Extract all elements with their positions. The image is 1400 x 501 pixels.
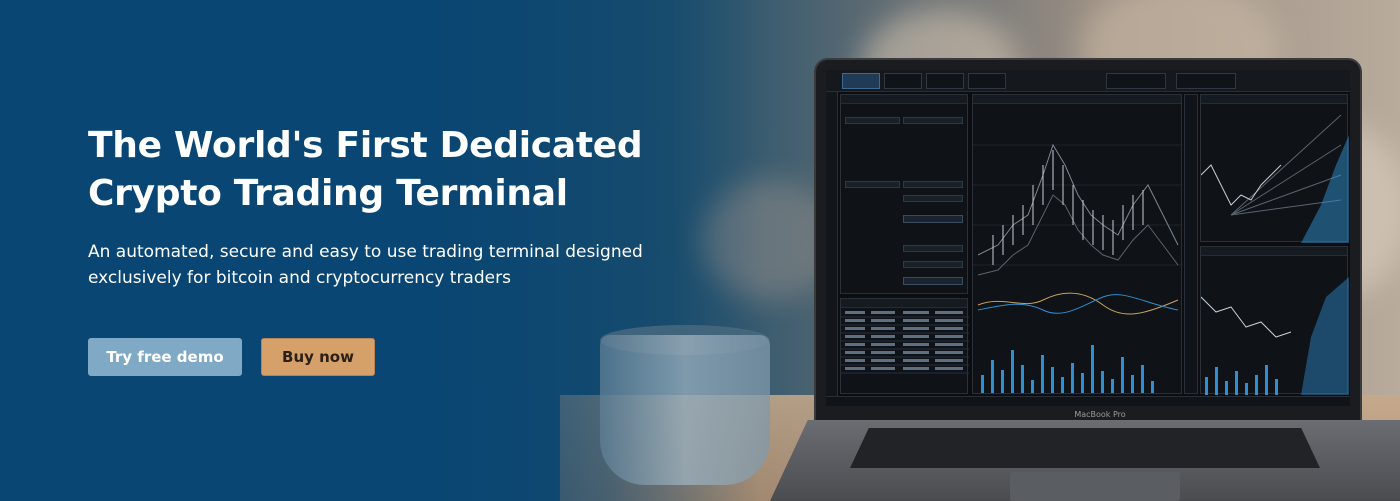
form-field: [903, 245, 963, 252]
form-button: [903, 215, 963, 223]
hero-banner: The World's First Dedicated Crypto Tradi…: [0, 0, 1400, 501]
panel-header: [1201, 95, 1347, 104]
hero-title: The World's First Dedicated Crypto Tradi…: [88, 125, 643, 214]
laptop-keyboard: [850, 428, 1320, 468]
fibonacci-chart: [1201, 114, 1349, 243]
form-field: [903, 195, 963, 202]
terminal-tab: [884, 73, 922, 89]
form-button: [903, 277, 963, 285]
form-field: [845, 117, 900, 124]
hero-subtitle: An automated, secure and easy to use tra…: [88, 242, 643, 288]
form-field: [903, 117, 963, 124]
candlestick-chart: [973, 143, 1183, 393]
panel-header: [1201, 247, 1347, 256]
coffee-cup-icon: [600, 335, 770, 485]
buy-now-button[interactable]: Buy now: [261, 338, 375, 376]
terminal-tab: [1176, 73, 1236, 89]
orders-rows: [841, 311, 969, 374]
laptop-screen: [826, 70, 1350, 406]
secondary-chart-panel: [1200, 94, 1349, 243]
form-field: [903, 181, 963, 188]
tertiary-chart-panel: [1200, 246, 1349, 395]
line-chart: [1201, 277, 1349, 395]
depth-panel: [1184, 94, 1198, 394]
terminal-sidebar: [826, 92, 838, 406]
panel-header: [973, 95, 1181, 104]
terminal-tabs-bar: [826, 70, 1350, 92]
orders-panel: [840, 298, 969, 394]
form-field: [903, 261, 963, 268]
terminal-tab: [1106, 73, 1166, 89]
terminal-tab: [842, 73, 880, 89]
form-field: [845, 181, 900, 188]
main-chart-panel: [972, 94, 1183, 394]
terminal-tab: [926, 73, 964, 89]
terminal-tab: [968, 73, 1006, 89]
terminal-status-bar: [826, 396, 1350, 406]
panel-header: [841, 299, 967, 308]
laptop-model-label: MacBook Pro: [1074, 410, 1126, 419]
trading-form-panel: [840, 94, 968, 294]
laptop-trackpad: [1010, 472, 1180, 501]
panel-header: [841, 95, 967, 104]
try-free-demo-button[interactable]: Try free demo: [88, 338, 242, 376]
